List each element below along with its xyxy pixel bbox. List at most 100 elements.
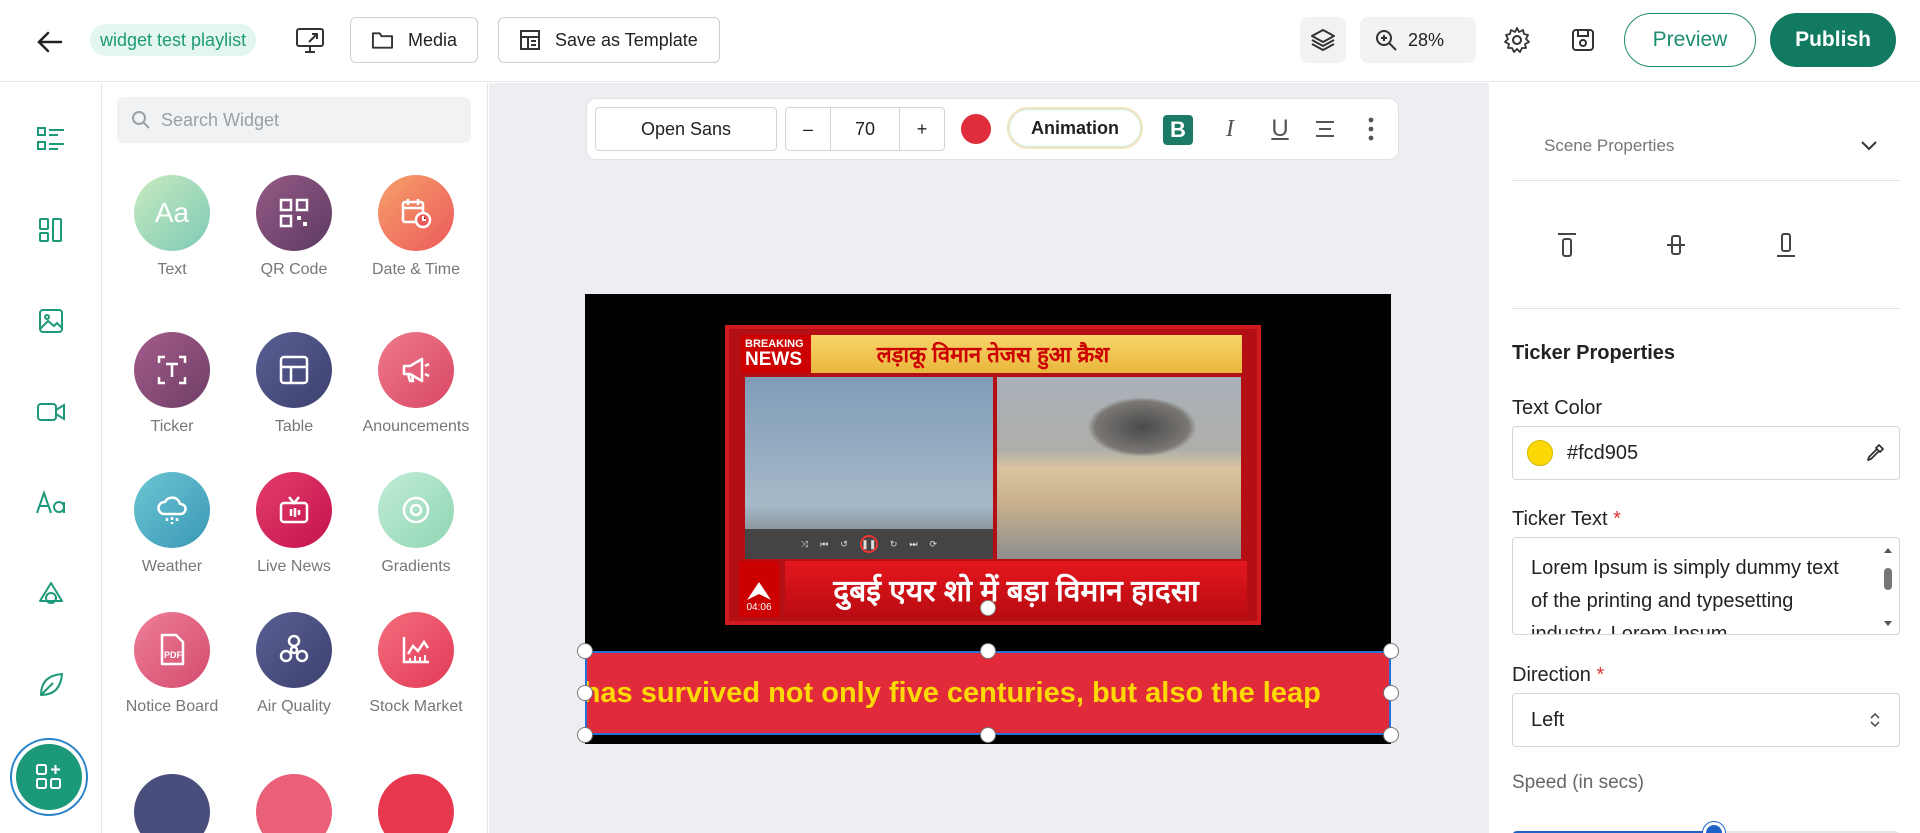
resize-handle-bottom-right[interactable] bbox=[1383, 727, 1399, 743]
widget-label: Text bbox=[157, 261, 187, 278]
preview-button[interactable]: Preview bbox=[1624, 13, 1756, 67]
resize-handle-bottom[interactable] bbox=[980, 727, 996, 743]
video-right-crash-scene bbox=[997, 377, 1241, 559]
scene-properties-accordion[interactable]: Scene Properties bbox=[1512, 111, 1900, 181]
align-center-icon[interactable] bbox=[1309, 113, 1341, 145]
publish-button[interactable]: Publish bbox=[1770, 13, 1896, 67]
video-left: ⤨ ⏮ ↺ ❚❚ ↻ ⏭ ⟳ bbox=[745, 377, 993, 559]
direction-value: Left bbox=[1531, 708, 1565, 731]
fan-icon bbox=[279, 634, 309, 663]
underline-button[interactable]: U bbox=[1264, 113, 1296, 145]
text-color-value: #fcd905 bbox=[1567, 441, 1639, 464]
widget-date-time[interactable]: Date & Time bbox=[361, 175, 471, 279]
font-size-increase-button[interactable]: + bbox=[900, 108, 944, 150]
widget-partial[interactable] bbox=[378, 774, 454, 833]
cloud-rain-icon bbox=[157, 496, 187, 524]
media-label: Media bbox=[407, 29, 457, 50]
ticker-text-input[interactable]: Lorem Ipsum is simply dummy text of the … bbox=[1512, 537, 1900, 635]
back-arrow-icon[interactable] bbox=[30, 22, 70, 62]
table-icon bbox=[279, 355, 309, 385]
widget-announcements[interactable]: Anouncements bbox=[361, 332, 471, 436]
resize-handle-top-right[interactable] bbox=[1383, 643, 1399, 659]
widget-notice-board[interactable]: PDF Notice Board bbox=[117, 612, 227, 716]
align-top-icon[interactable] bbox=[1547, 225, 1587, 265]
search-widget-input[interactable]: Search Widget bbox=[117, 97, 471, 143]
widget-live-news[interactable]: Live News bbox=[239, 472, 349, 576]
widget-label: Date & Time bbox=[371, 261, 461, 278]
leaf-icon[interactable] bbox=[31, 665, 71, 705]
video-controls: ⤨ ⏮ ↺ ❚❚ ↻ ⏭ ⟳ bbox=[745, 529, 993, 559]
direction-label: Direction * bbox=[1512, 664, 1604, 687]
text-font-icon[interactable] bbox=[31, 483, 71, 523]
zoom-control[interactable]: 28% bbox=[1360, 17, 1476, 63]
text-color-field[interactable]: #fcd905 bbox=[1512, 426, 1900, 480]
font-family-select[interactable]: Open Sans bbox=[595, 107, 777, 151]
apps-add-button[interactable] bbox=[10, 738, 88, 816]
direction-select[interactable]: Left bbox=[1512, 693, 1900, 747]
forward-icon: ↻ bbox=[889, 538, 898, 549]
layers-icon[interactable] bbox=[1300, 17, 1346, 63]
resize-handle-right[interactable] bbox=[1383, 685, 1399, 701]
textarea-scrollbar[interactable] bbox=[1881, 544, 1895, 630]
stock-chart-icon bbox=[402, 637, 430, 664]
list-layout-icon[interactable] bbox=[31, 119, 71, 159]
image-icon[interactable] bbox=[31, 301, 71, 341]
playlist-name-badge[interactable]: widget test playlist bbox=[90, 24, 257, 56]
text-color-picker[interactable] bbox=[961, 114, 991, 144]
widget-table[interactable]: Table bbox=[239, 332, 349, 436]
properties-panel: Scene Properties Ticker Properties Text … bbox=[1490, 83, 1920, 833]
more-options-icon[interactable] bbox=[1355, 113, 1387, 145]
resize-handle-left[interactable] bbox=[577, 685, 593, 701]
italic-button[interactable]: I bbox=[1214, 113, 1246, 145]
live-news-frame[interactable]: लड़ाकू विमान तेजस हुआ क्रैश BREAKING NEW… bbox=[725, 325, 1261, 625]
gradient-target-icon bbox=[402, 496, 430, 524]
widget-partial[interactable] bbox=[134, 774, 210, 833]
search-icon bbox=[132, 111, 150, 129]
speed-slider-thumb[interactable] bbox=[1702, 822, 1725, 833]
previous-icon: ⏮ bbox=[820, 538, 829, 549]
widget-ticker[interactable]: Ticker bbox=[117, 332, 227, 436]
news-top-headline: लड़ाकू विमान तेजस हुआ क्रैश bbox=[744, 335, 1242, 373]
channel-logo-icon bbox=[747, 582, 771, 600]
save-as-template-button[interactable]: Save as Template bbox=[498, 17, 720, 63]
rotate-handle[interactable] bbox=[980, 600, 996, 616]
widget-gradients[interactable]: Gradients bbox=[361, 472, 471, 576]
widget-weather[interactable]: Weather bbox=[117, 472, 227, 576]
text-aa-icon: Aa bbox=[154, 197, 190, 228]
eyedropper-icon[interactable] bbox=[1865, 443, 1885, 463]
monitor-icon[interactable] bbox=[290, 20, 330, 60]
video-icon[interactable] bbox=[31, 392, 71, 432]
animation-button[interactable]: Animation bbox=[1007, 107, 1143, 149]
color-swatch bbox=[1527, 440, 1553, 466]
zoom-value: 28% bbox=[1408, 29, 1445, 50]
media-button[interactable]: Media bbox=[350, 17, 478, 63]
resize-handle-bottom-left[interactable] bbox=[577, 727, 593, 743]
widgets-grid-icon[interactable] bbox=[31, 210, 71, 250]
widget-label: Anouncements bbox=[362, 418, 470, 435]
widget-text[interactable]: Aa Text bbox=[117, 175, 227, 279]
bold-button[interactable]: B bbox=[1163, 115, 1193, 145]
design-stage[interactable]: लड़ाकू विमान तेजस हुआ क्रैश BREAKING NEW… bbox=[577, 294, 1399, 744]
widget-stock-market[interactable]: Stock Market bbox=[361, 612, 471, 716]
widget-air-quality[interactable]: Air Quality bbox=[239, 612, 349, 716]
ticker-text-value: Lorem Ipsum is simply dummy text of the … bbox=[1531, 557, 1839, 635]
font-size-input[interactable]: 70 bbox=[830, 108, 900, 150]
widget-label: Stock Market bbox=[369, 698, 463, 715]
resize-handle-top[interactable] bbox=[980, 643, 996, 659]
widget-partial[interactable] bbox=[256, 774, 332, 833]
save-disk-icon[interactable] bbox=[1560, 17, 1606, 63]
widget-panel: Search Widget Aa Text QR Code Date & Tim… bbox=[103, 83, 488, 833]
widget-qr-code[interactable]: QR Code bbox=[239, 175, 349, 279]
shapes-icon[interactable] bbox=[31, 574, 71, 614]
news-clock: 04:06 bbox=[746, 602, 772, 613]
text-color-label: Text Color bbox=[1512, 397, 1603, 419]
widget-label: Air Quality bbox=[257, 698, 331, 715]
zoom-in-icon bbox=[1376, 30, 1397, 51]
resize-handle-top-left[interactable] bbox=[577, 643, 593, 659]
widget-label: Gradients bbox=[381, 558, 451, 575]
ticker-widget[interactable]: t has survived not only five centuries, … bbox=[585, 651, 1391, 735]
align-middle-icon[interactable] bbox=[1656, 225, 1696, 265]
font-size-decrease-button[interactable]: – bbox=[786, 108, 830, 150]
gear-icon[interactable] bbox=[1494, 17, 1540, 63]
align-bottom-icon[interactable] bbox=[1766, 225, 1806, 265]
